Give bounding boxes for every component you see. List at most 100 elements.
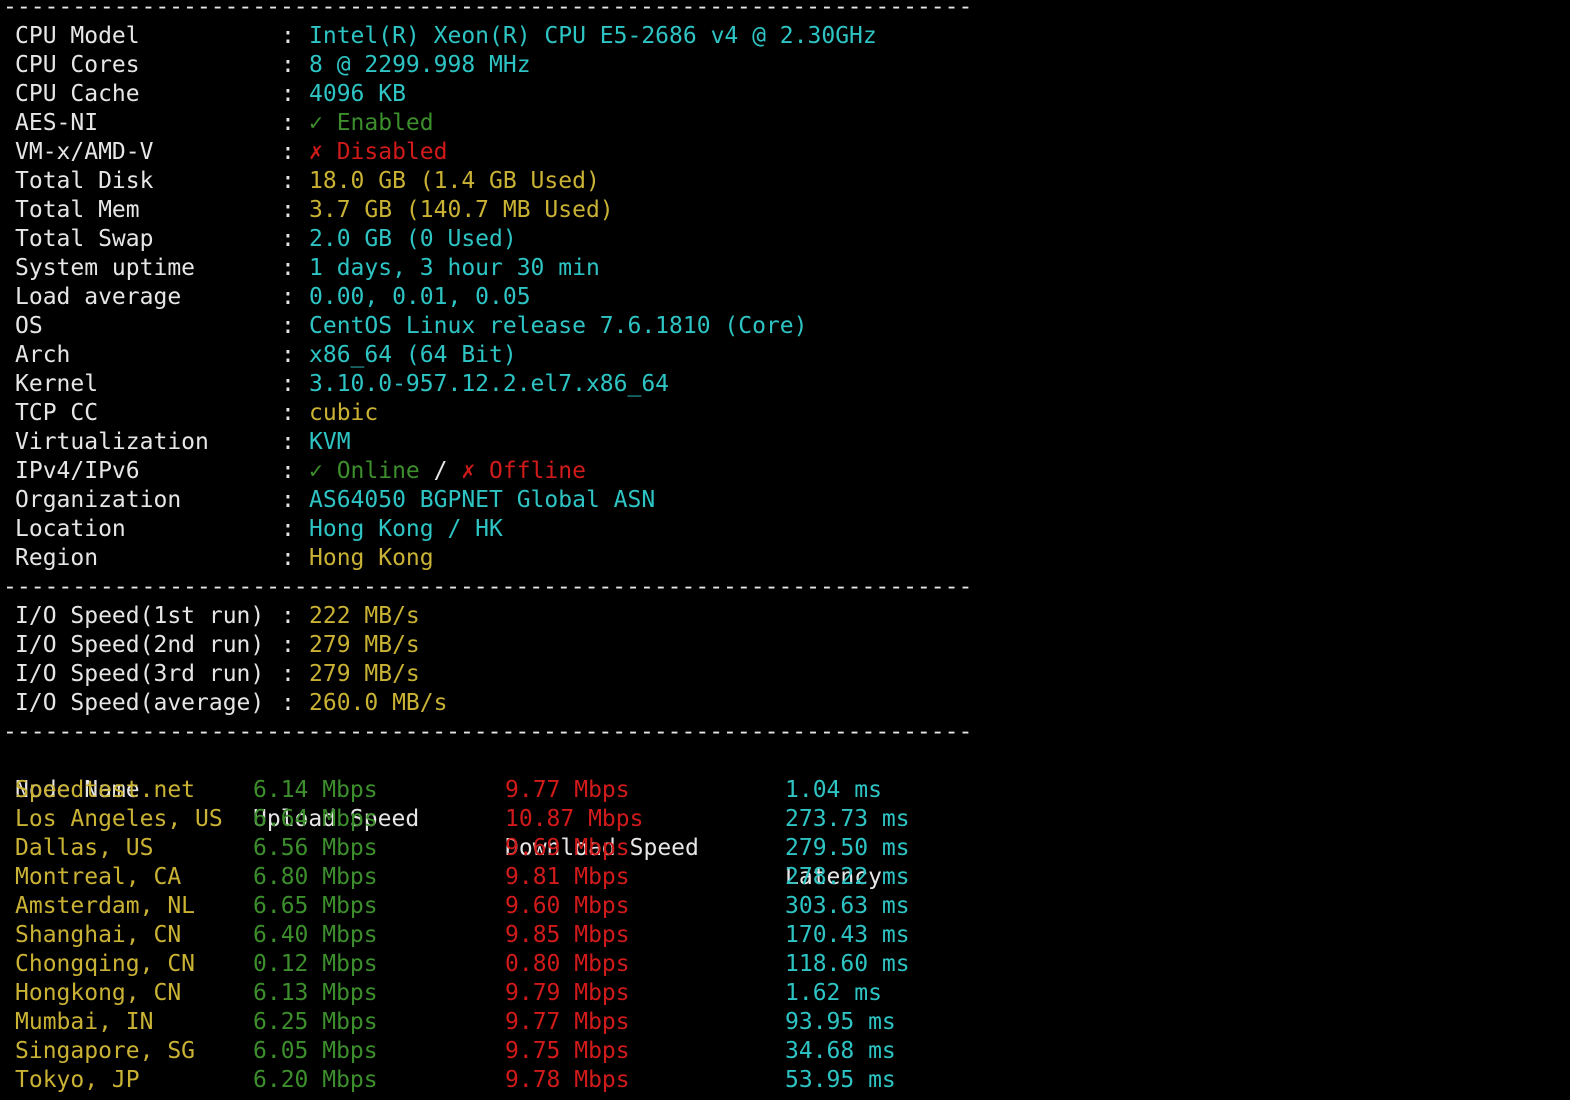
table-row: Hongkong, CN 6.13 Mbps 9.79 Mbps 1.62 ms (3, 979, 1563, 1008)
info-label: Total Swap (15, 226, 154, 252)
info-label: OS (15, 313, 43, 339)
latency: 93.95 ms (785, 1009, 896, 1035)
colon-separator: : (281, 168, 295, 194)
info-row: Region: Hong Kong (3, 544, 1563, 573)
speedtest-table-body: Speedtest.net 6.14 Mbps 9.77 Mbps 1.04 ms Lo… (3, 776, 1563, 1095)
info-row: AES-NI: ✓ Enabled (3, 109, 1563, 138)
info-row: CPU Cache:4096 KB (3, 80, 1563, 109)
info-label: AES-NI (15, 110, 99, 136)
download-speed: 9.85 Mbps (505, 922, 630, 948)
info-label: VM-x/AMD-V (15, 139, 154, 165)
io-row: I/O Speed(3rd run):279 MB/s (3, 660, 1563, 689)
io-value: 260.0 MB/s (309, 690, 448, 716)
colon-separator: : (281, 487, 295, 513)
upload-speed: 6.56 Mbps (253, 835, 378, 861)
colon-separator: : (281, 342, 295, 368)
latency: 303.63 ms (785, 893, 910, 919)
latency: 53.95 ms (785, 1067, 896, 1093)
latency: 1.04 ms (785, 777, 882, 803)
node-name: Amsterdam, NL (15, 893, 196, 919)
info-value: 3.10.0-957.12.2.el7.x86_64 (309, 371, 670, 397)
info-value: 3.7 GB (140.7 MB Used) (309, 197, 614, 223)
info-label: Load average (15, 284, 182, 310)
io-label: I/O Speed(2nd run) (15, 632, 265, 658)
node-name: Shanghai, CN (15, 922, 182, 948)
io-value: 222 MB/s (309, 603, 420, 629)
info-label: TCP CC (15, 400, 99, 426)
colon-separator: : (281, 371, 295, 397)
latency: 34.68 ms (785, 1038, 896, 1064)
table-row: Shanghai, CN 6.40 Mbps 9.85 Mbps 170.43 ms (3, 921, 1563, 950)
info-value: cubic (309, 400, 379, 426)
latency: 278.22 ms (785, 864, 910, 890)
info-row: IPv4/IPv6: ✓ Online / ✗ Offline (3, 457, 1563, 486)
download-speed: 9.77 Mbps (505, 1009, 630, 1035)
upload-speed: 6.20 Mbps (253, 1067, 378, 1093)
info-value: ✓ Online / ✗ Offline (309, 457, 586, 486)
upload-speed: 6.65 Mbps (253, 893, 378, 919)
node-name: Mumbai, IN (15, 1009, 154, 1035)
io-speed-section: I/O Speed(1st run):222 MB/s I/O Speed(2nd… (3, 602, 1563, 718)
upload-speed: 0.12 Mbps (253, 951, 378, 977)
info-value: 1 days, 3 hour 30 min (309, 255, 600, 281)
info-row: TCP CC: cubic (3, 399, 1563, 428)
info-value: 2.0 GB (0 Used) (309, 226, 517, 252)
io-row: I/O Speed(2nd run):279 MB/s (3, 631, 1563, 660)
info-row: Load average:0.00, 0.01, 0.05 (3, 283, 1563, 312)
info-label: CPU Model (15, 23, 140, 49)
upload-speed: 6.64 Mbps (253, 806, 378, 832)
colon-separator: : (281, 313, 295, 339)
node-name: Tokyo, JP (15, 1067, 140, 1093)
info-row: CPU Cores:8 @ 2299.998 MHz (3, 51, 1563, 80)
colon-separator: : (281, 516, 295, 542)
io-label: I/O Speed(1st run) (15, 603, 265, 629)
info-value: Intel(R) Xeon(R) CPU E5-2686 v4 @ 2.30GH… (309, 23, 877, 49)
io-label: I/O Speed(average) (15, 690, 265, 716)
info-value: ✓ Enabled (309, 110, 434, 136)
table-row: Dallas, US 6.56 Mbps 9.69 Mbps 279.50 ms (3, 834, 1563, 863)
ipv6-status: ✗ Offline (461, 458, 586, 484)
ip-slash: / (419, 458, 462, 484)
info-row: CPU Model: Intel(R) Xeon(R) CPU E5-2686 v… (3, 22, 1563, 51)
io-label: I/O Speed(3rd run) (15, 661, 265, 687)
io-value: 279 MB/s (309, 661, 420, 687)
upload-speed: 6.14 Mbps (253, 777, 378, 803)
upload-speed: 6.25 Mbps (253, 1009, 378, 1035)
colon-separator: : (281, 661, 295, 687)
node-name: Dallas, US (15, 835, 154, 861)
colon-separator: : (281, 545, 295, 571)
info-value: 4096 KB (309, 81, 406, 107)
info-label: Location (15, 516, 126, 542)
download-speed: 9.75 Mbps (505, 1038, 630, 1064)
upload-speed: 6.40 Mbps (253, 922, 378, 948)
colon-separator: : (281, 400, 295, 426)
info-value: CentOS Linux release 7.6.1810 (Core) (309, 313, 808, 339)
speedtest-header-row: Node Name Upload Speed Download Speed La… (3, 747, 1563, 890)
colon-separator: : (281, 255, 295, 281)
upload-speed: 6.05 Mbps (253, 1038, 378, 1064)
info-value: KVM (309, 429, 351, 455)
colon-separator: : (281, 197, 295, 223)
colon-separator: : (281, 429, 295, 455)
colon-separator: : (281, 52, 295, 78)
node-name: Chongqing, CN (15, 951, 196, 977)
info-row: Total Mem:3.7 GB (140.7 MB Used) (3, 196, 1563, 225)
download-speed: 9.78 Mbps (505, 1067, 630, 1093)
ipv4-status: ✓ Online (309, 458, 420, 484)
io-row: I/O Speed(1st run):222 MB/s (3, 602, 1563, 631)
latency: 273.73 ms (785, 806, 910, 832)
info-value: Hong Kong (309, 545, 434, 571)
download-speed: 9.60 Mbps (505, 893, 630, 919)
latency: 1.62 ms (785, 980, 882, 1006)
info-label: CPU Cores (15, 52, 140, 78)
info-row: System uptime:1 days, 3 hour 30 min (3, 254, 1563, 283)
colon-separator: : (281, 690, 295, 716)
info-label: Arch (15, 342, 71, 368)
info-row: Total Disk:18.0 GB (1.4 GB Used) (3, 167, 1563, 196)
info-row: OS: CentOS Linux release 7.6.1810 (Core) (3, 312, 1563, 341)
latency: 118.60 ms (785, 951, 910, 977)
info-value: ✗ Disabled (309, 139, 448, 165)
table-row: Los Angeles, US 6.64 Mbps 10.87 Mbps 273.73… (3, 805, 1563, 834)
node-name: Montreal, CA (15, 864, 182, 890)
colon-separator: : (281, 458, 295, 484)
